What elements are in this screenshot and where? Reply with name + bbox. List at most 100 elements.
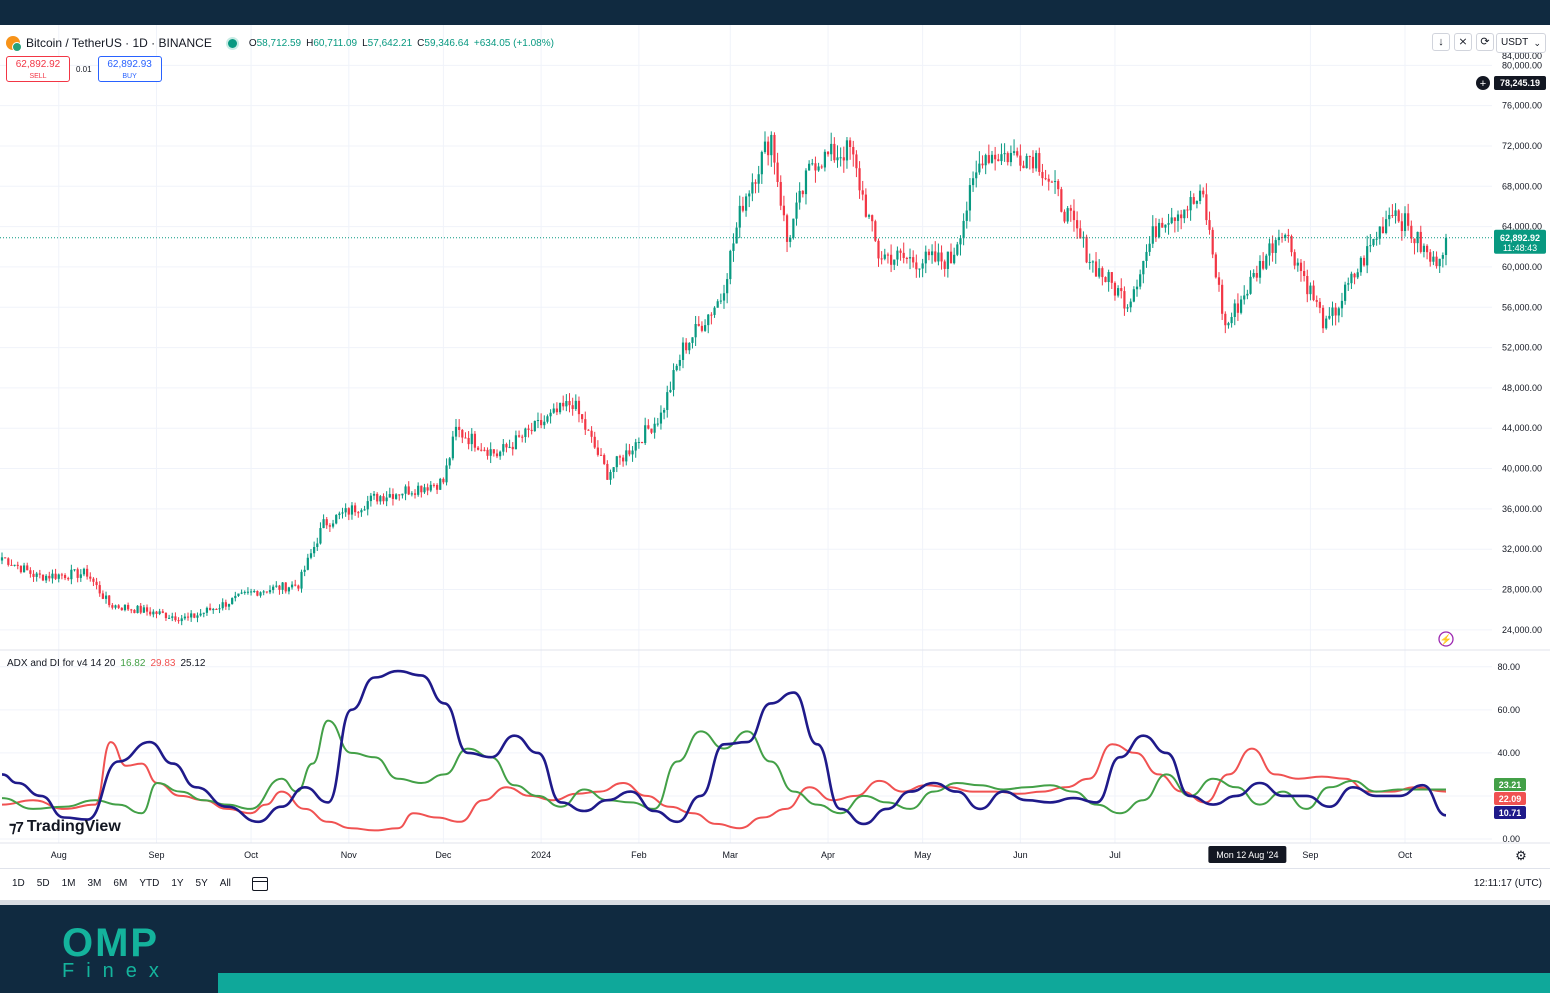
range-1m[interactable]: 1M [59,878,79,889]
candle-body [350,505,354,515]
price-axis-label: 48,000.00 [1502,383,1542,393]
candle-body [1019,155,1022,166]
sell-button[interactable]: 62,892.92 SELL [6,56,70,82]
candle-body [489,449,492,456]
candle-body [581,414,584,420]
candle-body [1384,219,1388,233]
candle-body [517,435,521,437]
close-value: 59,346.64 [424,37,469,49]
candle-body [1271,243,1274,253]
crosshair-price-value: 78,245.19 [1500,78,1540,88]
candle-body [943,261,946,269]
range-5d[interactable]: 5D [34,878,53,889]
candle-body [880,258,883,260]
candle-body [366,501,369,510]
candle-body [391,494,395,499]
indicator-legend[interactable]: ADX and DI for v4 14 20 16.82 29.83 25.1… [7,658,206,669]
candle-body [615,456,618,468]
candle-body [57,574,60,579]
candle-body [732,243,735,251]
candle-body [473,433,477,448]
omp-logo: OMP [62,921,160,965]
candle-body [309,553,313,558]
candle-body [820,166,823,168]
candle-body [631,450,634,455]
candle-body [344,508,347,513]
candle-body [505,444,508,448]
candle-body [243,591,246,593]
candle-body [1072,210,1076,221]
range-ytd[interactable]: YTD [136,878,162,889]
indicator-name: ADX and DI for v4 14 20 [7,658,116,669]
candle-body [590,430,593,437]
arrow-down-icon[interactable]: ↓ [1432,33,1450,51]
range-5y[interactable]: 5Y [193,878,211,889]
candle-body [54,573,57,579]
range-6m[interactable]: 6M [110,878,130,889]
range-all[interactable]: All [217,878,234,889]
candle-body [836,157,839,161]
candle-body [685,342,688,351]
candle-body [757,174,760,184]
candle-body [300,571,303,589]
refresh-icon[interactable]: ⟳ [1476,33,1494,51]
candle-body [1104,277,1107,283]
candle-body [1366,246,1369,266]
currency-select[interactable]: USDT ⌄ [1496,33,1546,53]
chart-canvas[interactable]: 84,000.0080,000.0076,000.0072,000.0068,0… [0,25,1550,900]
candle-body [202,612,205,614]
candle-body [760,152,763,175]
candle-body [719,300,722,302]
candle-body [949,251,953,264]
candle-body [546,416,549,422]
candle-body [278,585,281,590]
candle-body [1208,220,1211,230]
candle-body [1391,214,1394,216]
candle-body [855,154,858,169]
crosshair-date-value: Mon 12 Aug '24 [1216,850,1278,860]
symbol-title[interactable]: Bitcoin / TetherUS · 1D · BINANCE [26,36,212,50]
range-3m[interactable]: 3M [85,878,105,889]
high-value: 60,711.09 [313,37,358,49]
calendar-icon[interactable] [251,876,268,891]
candle-body [1057,181,1060,190]
candle-body [186,616,190,618]
chart-container[interactable]: 84,000.00 80,000.00 76,000.00 72,000.00 68,0… [0,25,1550,900]
candle-body [1079,228,1082,239]
candle-body [776,162,779,182]
buy-button[interactable]: 62,892.93 BUY [97,56,162,82]
candle-body [259,592,262,596]
candle-body [896,250,899,260]
price-axis-label: 80,000.00 [1502,60,1542,70]
di-plus-tag-value: 23.21 [1499,780,1522,790]
candle-body [1025,156,1028,169]
candle-body [1047,178,1050,182]
candle-body [609,471,612,480]
candle-body [240,592,243,594]
candle-body [1088,262,1091,264]
candle-body [1038,153,1041,172]
time-axis-label: May [914,850,932,860]
candle-body [180,618,183,622]
candle-body [1306,275,1309,295]
candle-body [76,569,79,578]
candle-body [1186,209,1189,211]
candle-body [763,141,767,153]
candle-body [710,314,713,316]
candle-body [997,159,1000,162]
range-1y[interactable]: 1Y [168,878,186,889]
candle-body [940,252,943,262]
candle-body [1016,151,1019,156]
candle-body [458,426,461,430]
candle-body [722,293,726,301]
candle-body [155,611,158,614]
range-1d[interactable]: 1D [9,878,28,889]
candle-body [19,565,23,573]
utc-clock[interactable]: 12:11:17 (UTC) [1474,878,1542,889]
candle-body [1287,234,1290,237]
collapse-icon[interactable]: ⨯ [1454,33,1472,51]
candle-body [975,172,978,179]
candle-body [530,429,533,432]
candle-body [823,151,826,168]
tradingview-logo[interactable]: ⁊7 TradingView [9,818,121,836]
